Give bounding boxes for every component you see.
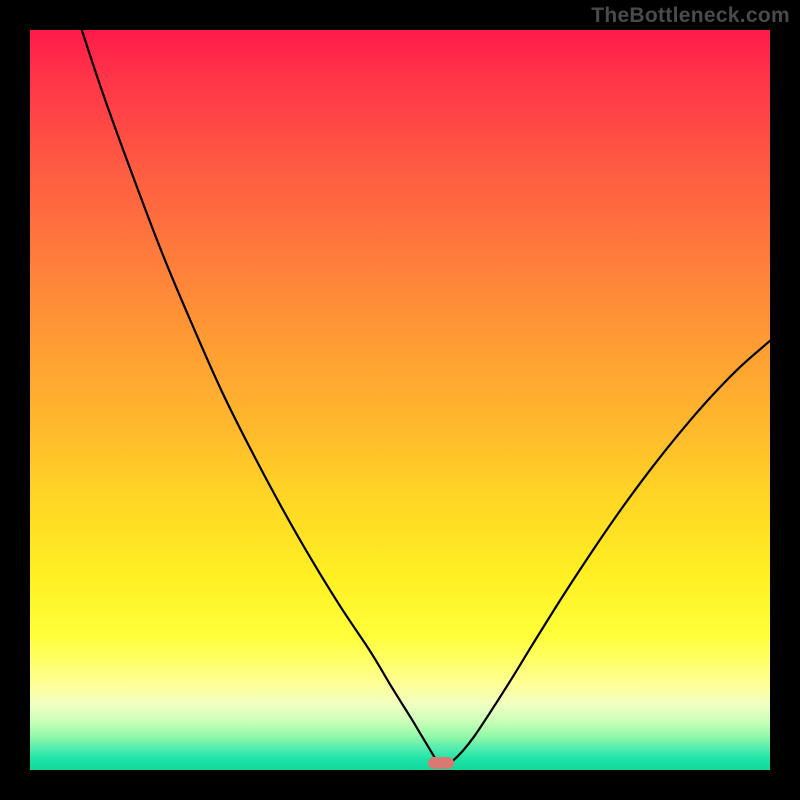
curve-left-branch bbox=[82, 30, 442, 767]
optimum-marker bbox=[428, 757, 454, 769]
plot-area bbox=[30, 30, 770, 770]
watermark-text: TheBottleneck.com bbox=[591, 4, 790, 28]
chart-frame: TheBottleneck.com bbox=[0, 0, 800, 800]
bottleneck-curve bbox=[30, 30, 770, 770]
curve-right-branch bbox=[444, 341, 770, 767]
